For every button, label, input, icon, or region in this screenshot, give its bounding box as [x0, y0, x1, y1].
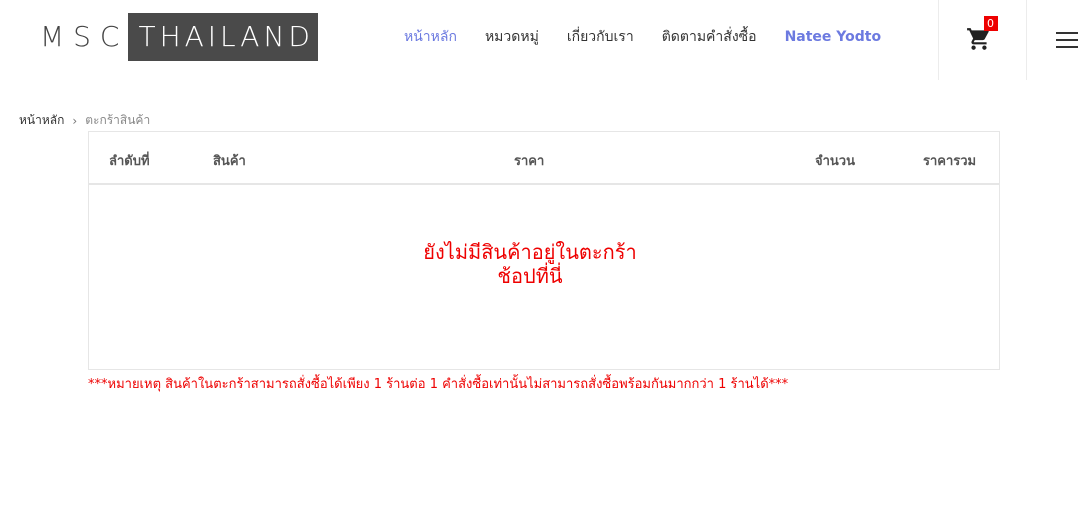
site-header: MSC THAILAND หน้าหลัก หมวดหมู่ เกี่ยวกับ…	[0, 0, 1090, 80]
nav-item-about[interactable]: เกี่ยวกับเรา	[567, 26, 634, 48]
hamburger-menu-icon-bar-bottom	[1056, 46, 1078, 48]
empty-cart-text: ยังไม่มีสินค้าอยู่ในตะกร้า	[423, 240, 637, 264]
cart-note: ***หมายเหตุ สินค้าในตะกร้าสามารถสั่งซื้อ…	[88, 377, 789, 392]
hamburger-menu-icon-bar-top	[1056, 32, 1078, 34]
column-header-total: ราคารวม	[923, 154, 977, 169]
empty-cart-message: ยังไม่มีสินค้าอยู่ในตะกร้า ช้อปที่นี่	[89, 240, 971, 288]
shop-here-link[interactable]: ช้อปที่นี่	[89, 264, 971, 288]
hamburger-menu-button[interactable]	[1046, 22, 1082, 58]
breadcrumb-current: ตะกร้าสินค้า	[85, 113, 151, 127]
logo-text-msc: MSC	[40, 20, 129, 53]
nav-item-categories[interactable]: หมวดหมู่	[485, 26, 539, 48]
nav-item-home[interactable]: หน้าหลัก	[404, 26, 457, 48]
cart-count-badge: 0	[983, 16, 998, 31]
logo-text-thailand: THAILAND	[128, 13, 318, 61]
site-logo[interactable]: MSC THAILAND	[40, 13, 318, 61]
breadcrumb: หน้าหลัก › ตะกร้าสินค้า	[19, 111, 150, 130]
chevron-right-icon: ›	[72, 113, 78, 128]
nav-item-user[interactable]: Natee Yodto	[785, 29, 882, 45]
cart-table-header: ลำดับที่ สินค้า ราคา จำนวน ราคารวม	[89, 132, 999, 185]
column-header-order: ลำดับที่	[109, 154, 150, 169]
shopping-cart-icon: 0	[966, 16, 998, 54]
column-header-price: ราคา	[514, 154, 545, 169]
breadcrumb-home-link[interactable]: หน้าหลัก	[19, 111, 64, 130]
nav-item-track-order[interactable]: ติดตามคำสั่งซื้อ	[662, 26, 757, 48]
column-header-product: สินค้า	[213, 154, 246, 169]
cart-table: ลำดับที่ สินค้า ราคา จำนวน ราคารวม ยังไม…	[88, 131, 1000, 370]
main-nav: หน้าหลัก หมวดหมู่ เกี่ยวกับเรา ติดตามคำส…	[404, 26, 881, 48]
column-header-quantity: จำนวน	[815, 154, 855, 169]
cart-button[interactable]: 0	[938, 0, 1027, 80]
hamburger-menu-icon-bar-middle	[1056, 39, 1078, 41]
